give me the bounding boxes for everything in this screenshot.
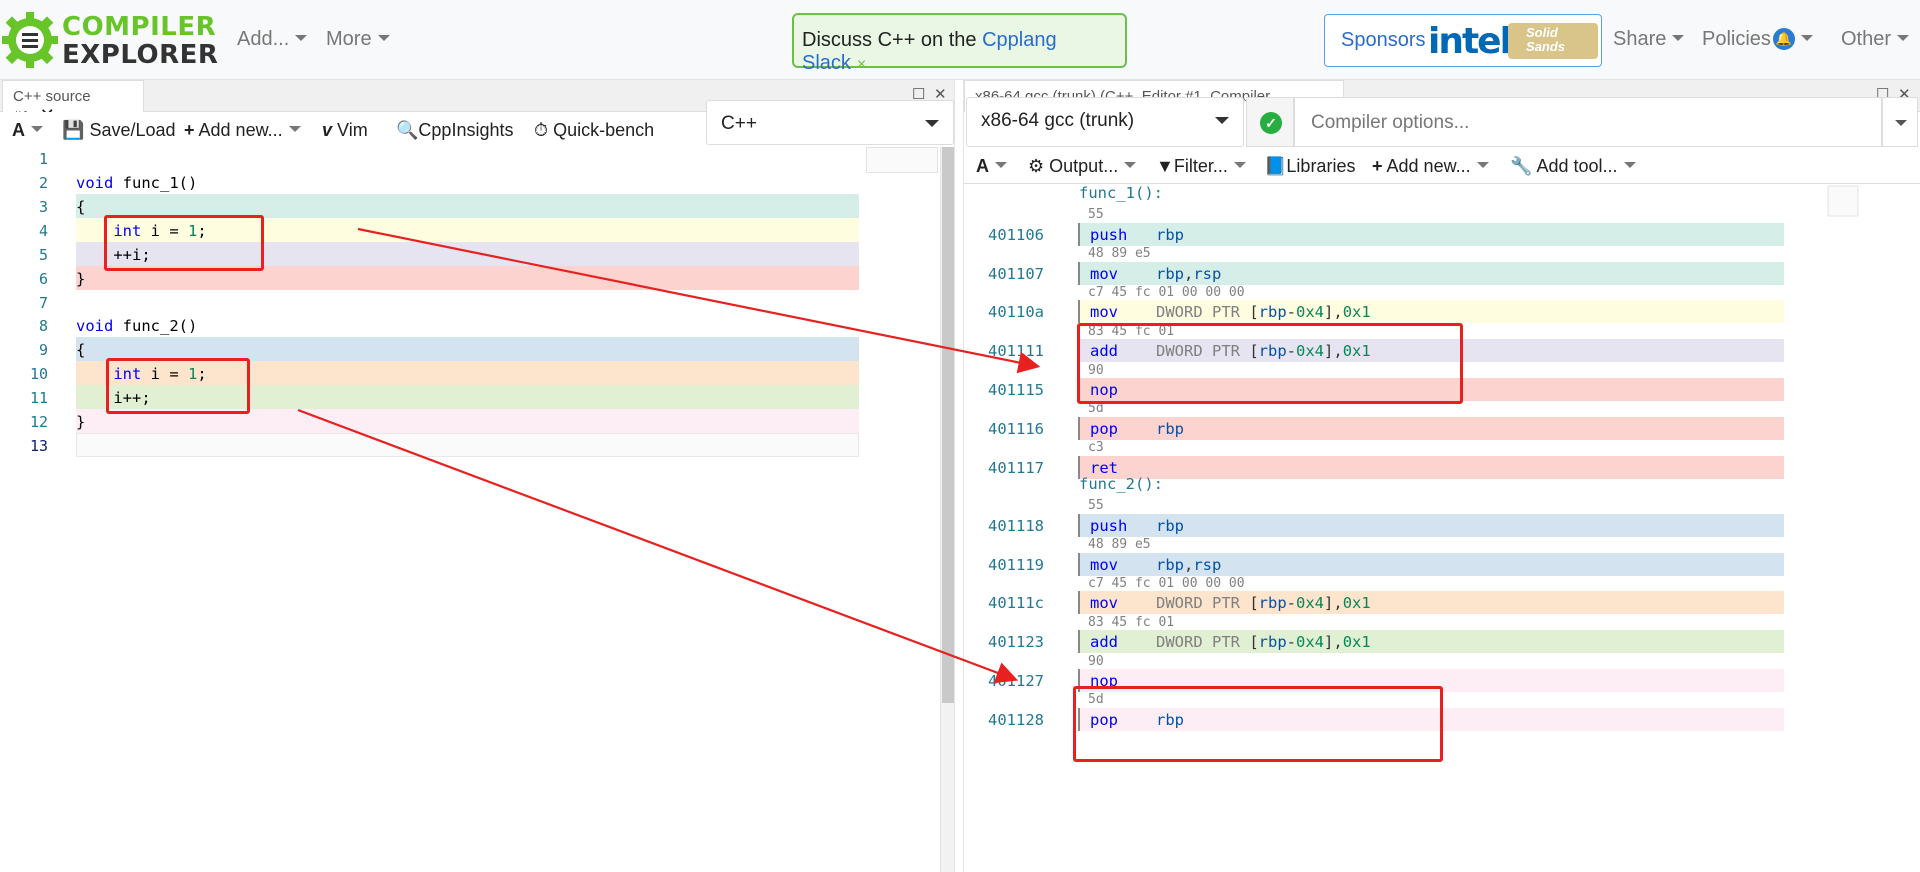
- arrow-func1: [357, 227, 1041, 374]
- arrow-func2: [297, 408, 1019, 684]
- arrows-overlay: [297, 185, 1859, 684]
- asm-minimap: [1827, 185, 1859, 217]
